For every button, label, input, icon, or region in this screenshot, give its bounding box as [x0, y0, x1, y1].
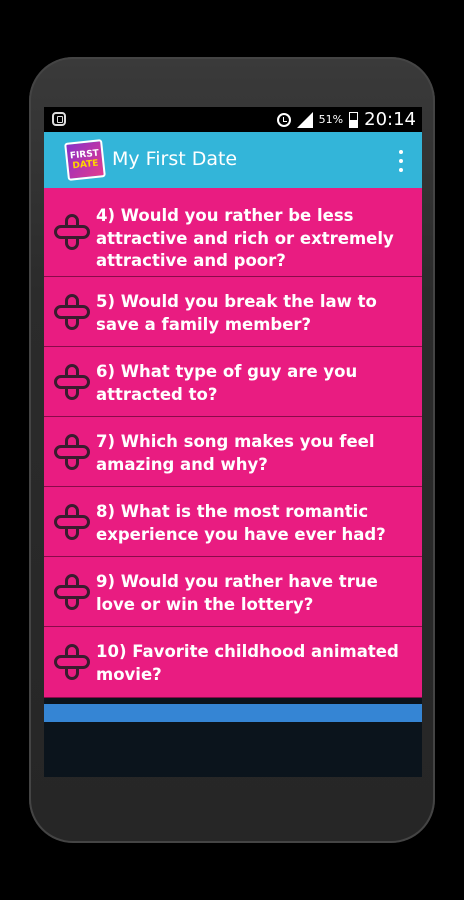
bottom-bar — [44, 704, 422, 722]
question-text: 5) Would you break the law to save a fam… — [96, 292, 377, 334]
app-bar: FIRST DATE My First Date — [44, 132, 422, 188]
battery-percent: 51% — [318, 113, 344, 126]
app-title: My First Date — [112, 148, 238, 170]
question-text: 8) What is the most romantic experience … — [96, 502, 386, 544]
list-item[interactable]: 5) Would you break the law to save a fam… — [44, 277, 422, 347]
notification-icon — [52, 112, 66, 126]
plus-icon[interactable] — [54, 644, 90, 680]
question-list[interactable]: 4) Would you rather be less attractive a… — [44, 188, 422, 698]
app-logo[interactable]: FIRST DATE — [64, 139, 106, 181]
list-item[interactable]: 9) Would you rather have true love or wi… — [44, 557, 422, 627]
plus-icon[interactable] — [54, 364, 90, 400]
plus-icon[interactable] — [54, 294, 90, 330]
question-text: 10) Favorite childhood animated movie? — [96, 642, 399, 684]
screen: 51% 20:14 FIRST DATE My First Date 4) Wo… — [44, 107, 422, 777]
plus-icon[interactable] — [54, 214, 90, 250]
battery-icon — [349, 111, 359, 128]
question-text: 7) Which song makes you feel amazing and… — [96, 432, 375, 474]
list-item[interactable]: 10) Favorite childhood animated movie? — [44, 627, 422, 698]
clock: 20:14 — [364, 109, 416, 130]
list-item[interactable]: 6) What type of guy are you attracted to… — [44, 347, 422, 417]
plus-icon[interactable] — [54, 434, 90, 470]
question-text: 9) Would you rather have true love or wi… — [96, 572, 378, 614]
list-item[interactable]: 8) What is the most romantic experience … — [44, 487, 422, 557]
plus-icon[interactable] — [54, 504, 90, 540]
overflow-menu-icon[interactable] — [398, 150, 404, 172]
alarm-icon — [276, 112, 291, 127]
list-item[interactable]: 4) Would you rather be less attractive a… — [44, 188, 422, 277]
question-text: 6) What type of guy are you attracted to… — [96, 362, 358, 404]
list-item[interactable]: 7) Which song makes you feel amazing and… — [44, 417, 422, 487]
logo-text-bottom: DATE — [72, 158, 99, 172]
status-bar: 51% 20:14 — [44, 107, 422, 132]
question-text: 4) Would you rather be less attractive a… — [96, 206, 394, 270]
plus-icon[interactable] — [54, 574, 90, 610]
signal-icon — [296, 111, 313, 128]
